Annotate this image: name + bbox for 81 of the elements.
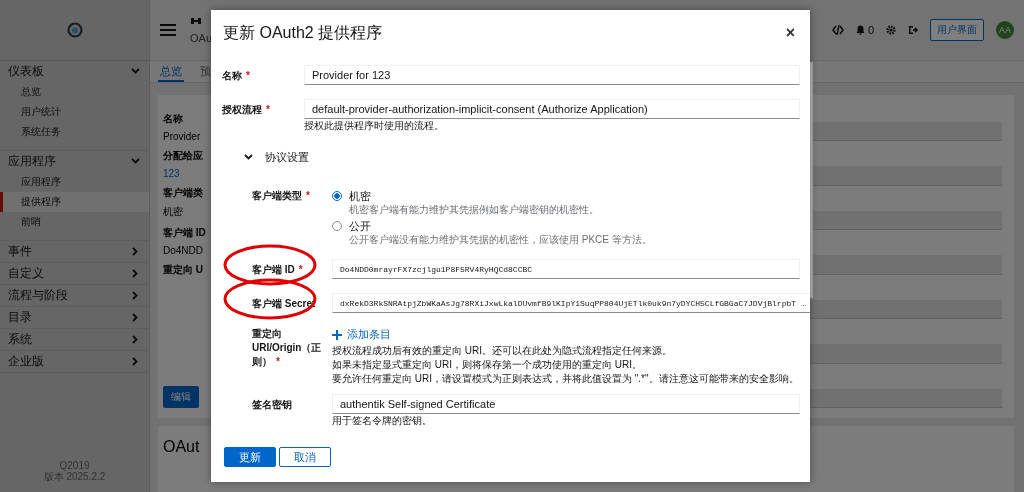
- provider-icon: [190, 16, 202, 26]
- sidebar-group[interactable]: 系统: [0, 329, 149, 350]
- sidebar-item[interactable]: 总览: [0, 82, 149, 102]
- chevron-right-icon: [131, 357, 140, 366]
- field-label: 名称 *: [222, 69, 251, 83]
- sidebar-item[interactable]: 提供程序: [0, 192, 149, 212]
- chevron-right-icon: [131, 291, 140, 300]
- menu-icon[interactable]: [160, 23, 176, 37]
- sidebar-group[interactable]: 企业版: [0, 351, 149, 372]
- field-label: 客户端 ID *: [252, 259, 332, 279]
- cancel-button[interactable]: 取消: [279, 447, 331, 467]
- detail-link[interactable]: 123: [163, 168, 206, 179]
- field-label: 客户端类型 *: [252, 189, 311, 203]
- sidebar-item[interactable]: 系统任务: [0, 122, 149, 142]
- input-field[interactable]: authentik Self-signed Certificate: [332, 394, 800, 414]
- required-mark: *: [246, 70, 250, 81]
- logout-icon[interactable]: [908, 25, 918, 35]
- section-heading: OAut: [163, 438, 201, 456]
- required-mark: *: [298, 264, 303, 275]
- input-field[interactable]: default-provider-authorization-implicit-consent (Authorize Application): [304, 99, 800, 119]
- chevron-right-icon: [131, 313, 140, 322]
- avatar: AA: [996, 21, 1014, 39]
- radio-option[interactable]: 公开: [332, 219, 800, 233]
- field-label: 重定向 URI/Origin（正则） *: [252, 327, 323, 369]
- edit-button[interactable]: 编辑: [163, 386, 199, 408]
- input-field[interactable]: dxRekD3RkSNRAtpjZbWKaAsJg78RXiJxwLkalDUvmfB9lKIpY1SuqPP804UjETlk0uk9n7yDYCH5CLfGBGaC7JDVjBlrpbT …: [332, 293, 810, 313]
- sidebar-group[interactable]: 应用程序: [0, 151, 149, 172]
- detail-value: Provider: [163, 131, 202, 142]
- scrollbar[interactable]: [810, 62, 813, 298]
- user-interface-button[interactable]: 用户界面: [930, 19, 984, 41]
- sidebar-group[interactable]: 自定义: [0, 263, 149, 284]
- logo-icon: [66, 22, 83, 38]
- settings-icon[interactable]: [886, 25, 896, 35]
- detail-value: Do4NDD: [163, 245, 204, 256]
- detail-label: 重定向 U: [163, 263, 204, 277]
- input-field[interactable]: Provider for 123: [304, 65, 800, 85]
- update-button[interactable]: 更新: [224, 447, 276, 467]
- page-title: OAu: [190, 32, 212, 44]
- add-entry-link[interactable]: 添加条目: [332, 327, 391, 342]
- sidebar-group[interactable]: 目录: [0, 307, 149, 328]
- sidebar-group[interactable]: 事件: [0, 241, 149, 262]
- sidebar-item[interactable]: 用户统计: [0, 102, 149, 122]
- detail-label: 名称: [163, 112, 184, 126]
- chevron-right-icon: [131, 335, 140, 344]
- chevron-down-icon: [131, 67, 140, 76]
- plus-icon: [332, 329, 342, 340]
- chevron-right-icon: [131, 247, 140, 256]
- notifications-button[interactable]: 0: [855, 24, 874, 36]
- bell-icon: [855, 25, 865, 35]
- close-button[interactable]: ×: [782, 24, 798, 42]
- required-mark: *: [306, 190, 310, 201]
- sidebar-item[interactable]: 前哨: [0, 212, 149, 232]
- code-icon[interactable]: [831, 25, 844, 35]
- help-text: 授权流程成功后有效的重定向 URI。还可以在此处为隐式流程指定任何来源。: [332, 344, 673, 358]
- sidebar-group[interactable]: 流程与阶段: [0, 285, 149, 306]
- tab[interactable]: 总览: [158, 61, 184, 82]
- sidebar-group[interactable]: 仪表板: [0, 61, 149, 82]
- field-label: 签名密钥: [252, 398, 293, 412]
- protocol-settings-toggle[interactable]: 协议设置: [244, 150, 800, 165]
- help-text: 公开客户端没有能力维护其凭据的机密性，应该使用 PKCE 等方法。: [349, 233, 653, 247]
- detail-label: 客户端类: [163, 186, 204, 200]
- required-mark: *: [266, 104, 270, 115]
- radio-button[interactable]: [332, 191, 342, 201]
- field-label: 授权流程 *: [222, 103, 271, 117]
- chevron-right-icon: [131, 269, 140, 278]
- help-text: 授权此提供程序时使用的流程。: [304, 119, 445, 133]
- input-field[interactable]: Do4NDD0mrayrFX7zcjlgu1P8F5RV4RyHQCd8CCBC: [332, 259, 800, 279]
- detail-label: 客户端 ID: [163, 226, 206, 240]
- detail-label: 分配给应: [163, 149, 204, 163]
- chevron-down-icon: [131, 157, 140, 166]
- help-text: 用于签名令牌的密钥。: [332, 414, 433, 428]
- tab[interactable]: 预: [198, 61, 213, 82]
- chevron-down-icon: [244, 153, 253, 162]
- dialog-title: 更新 OAuth2 提供程序: [223, 22, 383, 43]
- help-text: 要允许任何重定向 URI，请设置模式为正则表达式，并将此值设置为 ".*"。请注意这可能带来的安全影响。: [332, 372, 800, 386]
- help-text: 机密客户端有能力维护其凭据例如客户端密钥的机密性。: [349, 203, 600, 217]
- required-mark: *: [276, 356, 280, 367]
- help-text: 如果未指定显式重定向 URI，则将保存第一个成功使用的重定向 URI。: [332, 358, 643, 372]
- sidebar-item[interactable]: 应用程序: [0, 172, 149, 192]
- radio-option[interactable]: 机密: [332, 189, 800, 203]
- detail-value: 机密: [163, 205, 184, 219]
